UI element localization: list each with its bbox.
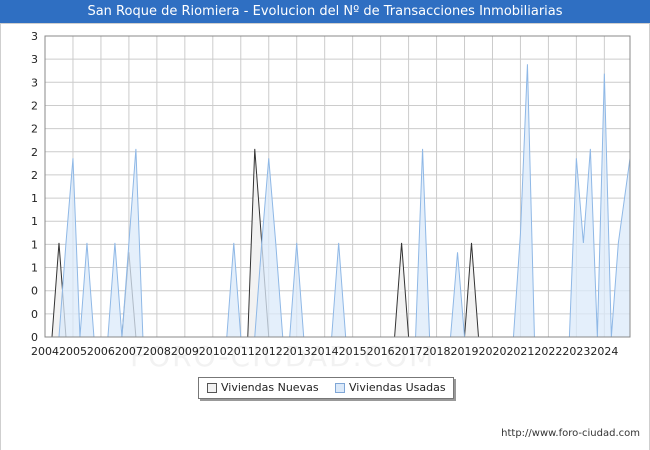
y-tick-label: 3: [31, 30, 38, 43]
x-tick-label: 2011: [227, 345, 255, 358]
x-tick-label: 2005: [59, 345, 87, 358]
x-tick-label: 2015: [339, 345, 367, 358]
y-tick-label: 1: [31, 262, 38, 275]
y-tick-label: 0: [31, 308, 38, 321]
x-tick-label: 2018: [423, 345, 451, 358]
legend-item-usadas[interactable]: Viviendas Usadas: [335, 381, 446, 395]
x-tick-label: 2010: [199, 345, 227, 358]
x-tick-label: 2008: [143, 345, 171, 358]
y-tick-label: 1: [31, 215, 38, 228]
legend-swatch-nuevas: [207, 383, 217, 393]
x-tick-label: 2023: [562, 345, 590, 358]
y-tick-label: 1: [31, 192, 38, 205]
y-tick-label: 3: [31, 53, 38, 66]
x-tick-label: 2021: [506, 345, 534, 358]
y-tick-label: 0: [31, 285, 38, 298]
x-tick-label: 2022: [534, 345, 562, 358]
x-tick-label: 2017: [395, 345, 423, 358]
x-tick-label: 2006: [87, 345, 115, 358]
legend-label-usadas: Viviendas Usadas: [349, 381, 446, 394]
source-link[interactable]: http://www.foro-ciudad.com: [501, 428, 640, 439]
legend-label-nuevas: Viviendas Nuevas: [221, 381, 319, 394]
legend: Viviendas Nuevas Viviendas Usadas: [198, 377, 454, 399]
y-tick-label: 1: [31, 238, 38, 251]
x-tick-label: 2009: [171, 345, 199, 358]
legend-item-nuevas[interactable]: Viviendas Nuevas: [207, 381, 319, 395]
x-tick-label: 2012: [255, 345, 283, 358]
x-tick-label: 2004: [31, 345, 59, 358]
x-tick-label: 2020: [478, 345, 506, 358]
x-tick-label: 2019: [451, 345, 479, 358]
x-tick-label: 2007: [115, 345, 143, 358]
x-tick-label: 2016: [367, 345, 395, 358]
legend-swatch-usadas: [335, 383, 345, 393]
y-tick-label: 0: [31, 331, 38, 344]
y-tick-label: 2: [31, 169, 38, 182]
x-tick-label: 2013: [283, 345, 311, 358]
y-tick-label: 3: [31, 76, 38, 89]
y-tick-label: 2: [31, 99, 38, 112]
x-tick-label: 2014: [311, 345, 339, 358]
chart-root: San Roque de Riomiera - Evolucion del Nº…: [0, 0, 650, 450]
y-tick-label: 2: [31, 146, 38, 159]
x-tick-label: 2024: [590, 345, 618, 358]
y-tick-label: 2: [31, 123, 38, 136]
